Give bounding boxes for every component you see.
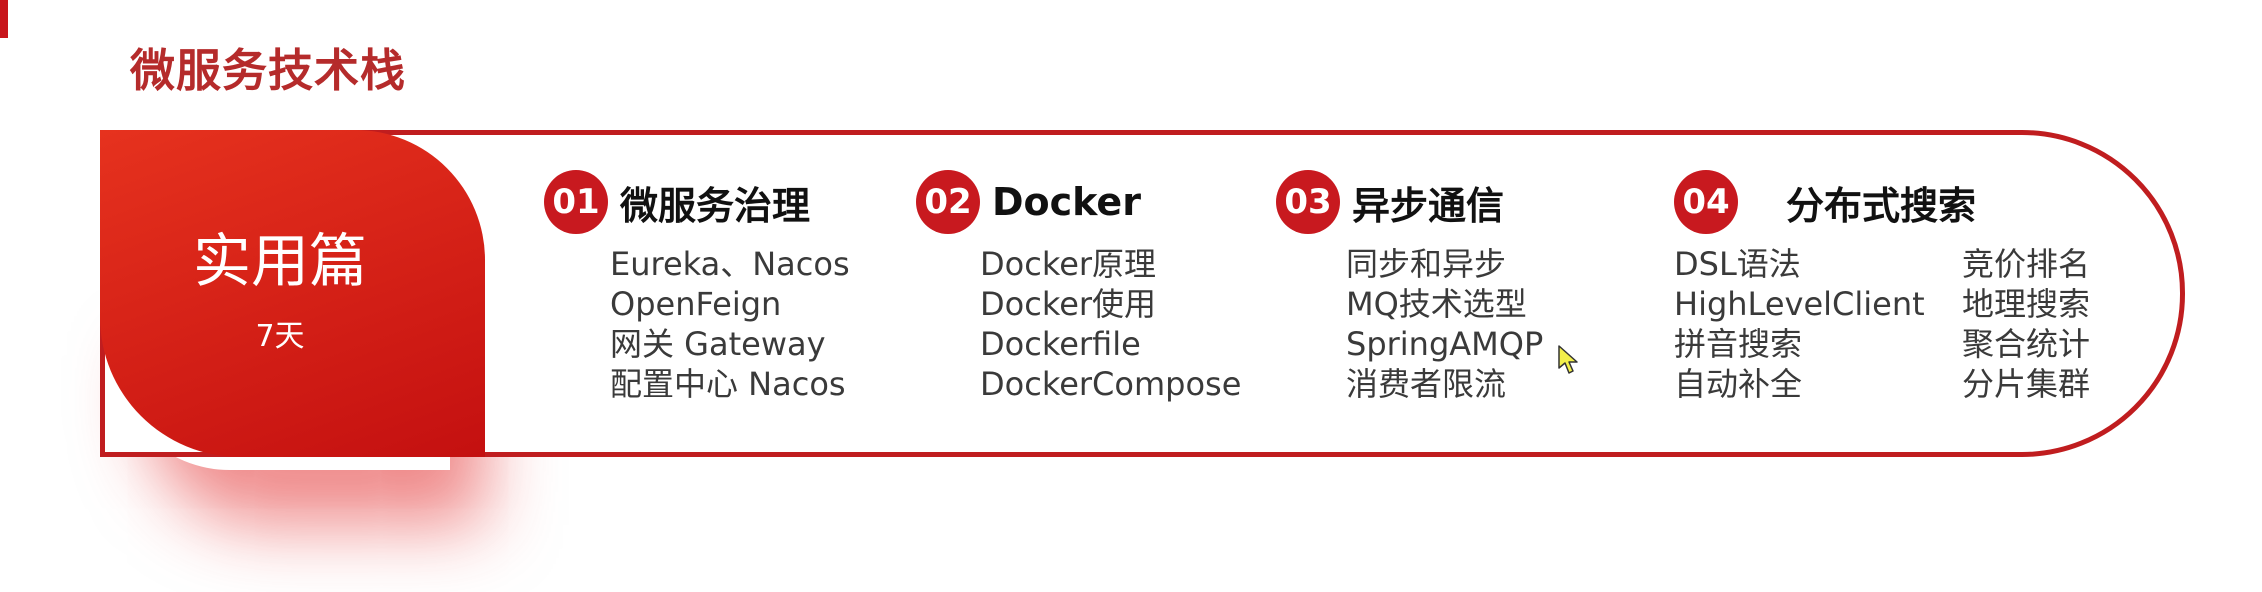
list-item: SpringAMQP <box>1346 325 1544 363</box>
number-badge: 01 <box>544 170 608 234</box>
mouse-pointer-icon <box>1558 345 1578 374</box>
list-item: Eureka、Nacos <box>610 245 850 283</box>
section-microservice-governance: 01 微服务治理 Eureka、Nacos OpenFeign 网关 Gatew… <box>544 166 850 403</box>
list-item: 地理搜索 <box>1962 285 2091 323</box>
list-item: 消费者限流 <box>1346 365 1507 403</box>
list-item: 自动补全 <box>1674 365 1803 403</box>
list-item: DockerCompose <box>980 365 1242 403</box>
list-item: 分片集群 <box>1962 365 2091 403</box>
list-item: DSL语法 <box>1674 245 1801 283</box>
list-item: 同步和异步 <box>1346 245 1507 283</box>
section-header: 02 Docker <box>916 166 1141 238</box>
topic-list: Docker原理 Docker使用 Dockerfile DockerCompo… <box>980 244 1241 404</box>
number-badge: 04 <box>1674 170 1738 234</box>
section-title: Docker <box>992 180 1141 224</box>
section-title: 异步通信 <box>1352 183 1505 228</box>
list-item: HighLevelClient <box>1674 285 1925 323</box>
list-item: 配置中心 Nacos <box>610 365 846 403</box>
number-badge: 03 <box>1276 170 1340 234</box>
section-docker: 02 Docker Docker原理 Docker使用 Dockerfile D… <box>916 166 1241 403</box>
section-async-messaging: 03 异步通信 同步和异步 MQ技术选型 SpringAMQP 消费者限流 <box>1276 166 1543 403</box>
list-item: 竞价排名 <box>1962 245 2091 283</box>
section-title: 分布式搜索 <box>1786 183 1977 228</box>
list-item: OpenFeign <box>610 285 782 323</box>
section-header: 04 分布式搜索 <box>1674 166 1976 238</box>
page-title: 微服务技术栈 <box>130 44 407 97</box>
topic-list-secondary: 竞价排名 地理搜索 聚合统计 分片集群 <box>1962 244 2090 404</box>
topic-list: DSL语法 HighLevelClient 拼音搜索 自动补全 <box>1674 244 1925 404</box>
accent-title: 实用篇 <box>192 227 367 295</box>
section-header: 01 微服务治理 <box>544 166 810 238</box>
topic-list: 同步和异步 MQ技术选型 SpringAMQP 消费者限流 <box>1346 244 1543 404</box>
list-item: 网关 Gateway <box>610 325 826 363</box>
list-item: Docker使用 <box>980 285 1157 323</box>
list-item: Docker原理 <box>980 245 1157 283</box>
number-badge: 02 <box>916 170 980 234</box>
list-item: 聚合统计 <box>1962 325 2091 363</box>
list-item: MQ技术选型 <box>1346 285 1527 323</box>
list-item: 拼音搜索 <box>1674 325 1803 363</box>
accent-duration: 7天 <box>255 319 305 354</box>
section-distributed-search: 04 分布式搜索 DSL语法 HighLevelClient 拼音搜索 自动补全… <box>1674 166 2090 403</box>
section-header: 03 异步通信 <box>1276 166 1504 238</box>
corner-accent-mark <box>0 0 8 38</box>
list-item: Dockerfile <box>980 325 1141 363</box>
topic-list: Eureka、Nacos OpenFeign 网关 Gateway 配置中心 N… <box>610 244 850 404</box>
section-title: 微服务治理 <box>620 183 811 228</box>
